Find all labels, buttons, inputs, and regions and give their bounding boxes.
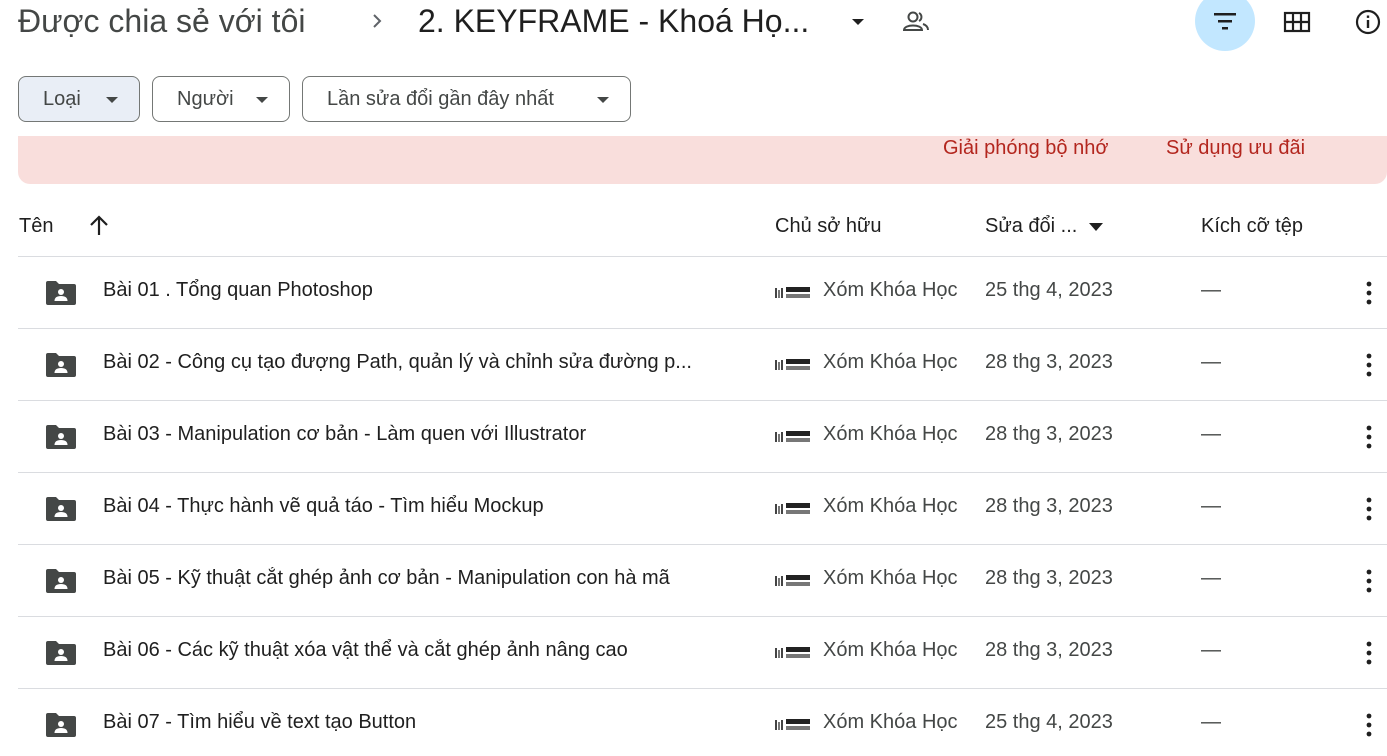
file-size: — [1201,495,1221,517]
owner-name: Xóm Khóa Học [823,423,958,445]
modified-date: 25 thg 4, 2023 [985,711,1113,733]
file-name: Bài 06 - Các kỹ thuật xóa vật thể và cắt… [103,639,628,661]
shared-folder-icon [46,569,76,593]
modified-date: 28 thg 3, 2023 [985,495,1113,517]
chevron-right-icon [373,14,382,28]
shared-folder-icon [46,641,76,665]
file-size: — [1201,567,1221,589]
table-row[interactable]: Bài 03 - Manipulation cơ bản - Làm quen … [0,401,1387,473]
owner-name: Xóm Khóa Học [823,351,958,373]
header-bar: Được chia sẻ với tôi 2. KEYFRAME - Khoá … [0,0,1387,51]
modified-filter-chip[interactable]: Lần sửa đổi gần đây nhất [302,76,631,122]
owner-name: Xóm Khóa Học [823,495,958,517]
more-vert-icon[interactable] [1359,567,1379,595]
file-list: Bài 01 . Tổng quan Photoshop Xóm Khóa Họ… [0,257,1387,756]
more-vert-icon[interactable] [1359,423,1379,451]
owner-avatar [775,359,810,370]
file-name: Bài 02 - Công cụ tạo đượng Path, quản lý… [103,351,692,373]
name-column-header[interactable]: Tên [19,215,53,238]
chevron-down-icon [256,97,268,103]
size-column-header[interactable]: Kích cỡ tệp [1201,215,1303,238]
file-size: — [1201,279,1221,301]
owner-column-header[interactable]: Chủ sở hữu [775,215,882,238]
type-filter-label: Loại [43,87,81,110]
grid-view-icon[interactable] [1283,10,1311,34]
owner-avatar [775,647,810,658]
people-icon[interactable] [902,9,930,35]
info-icon[interactable] [1354,8,1382,36]
more-vert-icon[interactable] [1359,711,1379,739]
chevron-down-icon [106,97,118,103]
caret-down-icon[interactable] [1088,222,1104,232]
owner-name: Xóm Khóa Học [823,279,958,301]
file-size: — [1201,711,1221,733]
more-vert-icon[interactable] [1359,351,1379,379]
owner-avatar [775,575,810,586]
use-offer-link[interactable]: Sử dụng ưu đãi [1166,137,1305,160]
modified-date: 25 thg 4, 2023 [985,279,1113,301]
modified-date: 28 thg 3, 2023 [985,567,1113,589]
breadcrumb-current[interactable]: 2. KEYFRAME - Khoá Họ... [418,3,809,40]
caret-down-icon[interactable] [848,12,868,32]
file-size: — [1201,351,1221,373]
owner-avatar [775,431,810,442]
owner-avatar [775,287,810,298]
people-filter-chip[interactable]: Người [152,76,290,122]
shared-folder-icon [46,497,76,521]
owner-avatar [775,719,810,730]
file-size: — [1201,423,1221,445]
file-name: Bài 04 - Thực hành vẽ quả táo - Tìm hiểu… [103,495,544,517]
shared-folder-icon [46,713,76,737]
file-name: Bài 07 - Tìm hiểu về text tạo Button [103,711,417,733]
table-row[interactable]: Bài 05 - Kỹ thuật cắt ghép ảnh cơ bản - … [0,545,1387,617]
free-up-storage-link[interactable]: Giải phóng bộ nhớ [943,137,1108,160]
filter-toggle-button[interactable] [1195,0,1255,51]
owner-name: Xóm Khóa Học [823,711,958,733]
table-row[interactable]: Bài 01 . Tổng quan Photoshop Xóm Khóa Họ… [0,257,1387,329]
table-row[interactable]: Bài 02 - Công cụ tạo đượng Path, quản lý… [0,329,1387,401]
file-name: Bài 05 - Kỹ thuật cắt ghép ảnh cơ bản - … [103,567,670,589]
owner-name: Xóm Khóa Học [823,567,958,589]
file-size: — [1201,639,1221,661]
breadcrumb-root[interactable]: Được chia sẻ với tôi [18,3,305,40]
table-row[interactable]: Bài 04 - Thực hành vẽ quả táo - Tìm hiểu… [0,473,1387,545]
owner-name: Xóm Khóa Học [823,639,958,661]
more-vert-icon[interactable] [1359,495,1379,523]
modified-date: 28 thg 3, 2023 [985,639,1113,661]
owner-avatar [775,503,810,514]
table-row[interactable]: Bài 07 - Tìm hiểu về text tạo Button Xóm… [0,689,1387,756]
modified-date: 28 thg 3, 2023 [985,423,1113,445]
drive-shared-folder-view: Được chia sẻ với tôi 2. KEYFRAME - Khoá … [0,0,1387,756]
shared-folder-icon [46,281,76,305]
shared-folder-icon [46,425,76,449]
arrow-up-icon[interactable] [88,214,110,238]
storage-banner: Giải phóng bộ nhớ Sử dụng ưu đãi [18,136,1387,184]
type-filter-chip[interactable]: Loại [18,76,140,122]
shared-folder-icon [46,353,76,377]
people-filter-label: Người [177,87,234,110]
table-row[interactable]: Bài 06 - Các kỹ thuật xóa vật thể và cắt… [0,617,1387,689]
modified-filter-label: Lần sửa đổi gần đây nhất [327,87,554,110]
modified-date: 28 thg 3, 2023 [985,351,1113,373]
more-vert-icon[interactable] [1359,279,1379,307]
chevron-down-icon [597,97,609,103]
modified-column-header[interactable]: Sửa đổi ... [985,215,1077,238]
file-name: Bài 01 . Tổng quan Photoshop [103,279,373,301]
more-vert-icon[interactable] [1359,639,1379,667]
file-name: Bài 03 - Manipulation cơ bản - Làm quen … [103,423,587,445]
filter-icon [1214,13,1236,30]
